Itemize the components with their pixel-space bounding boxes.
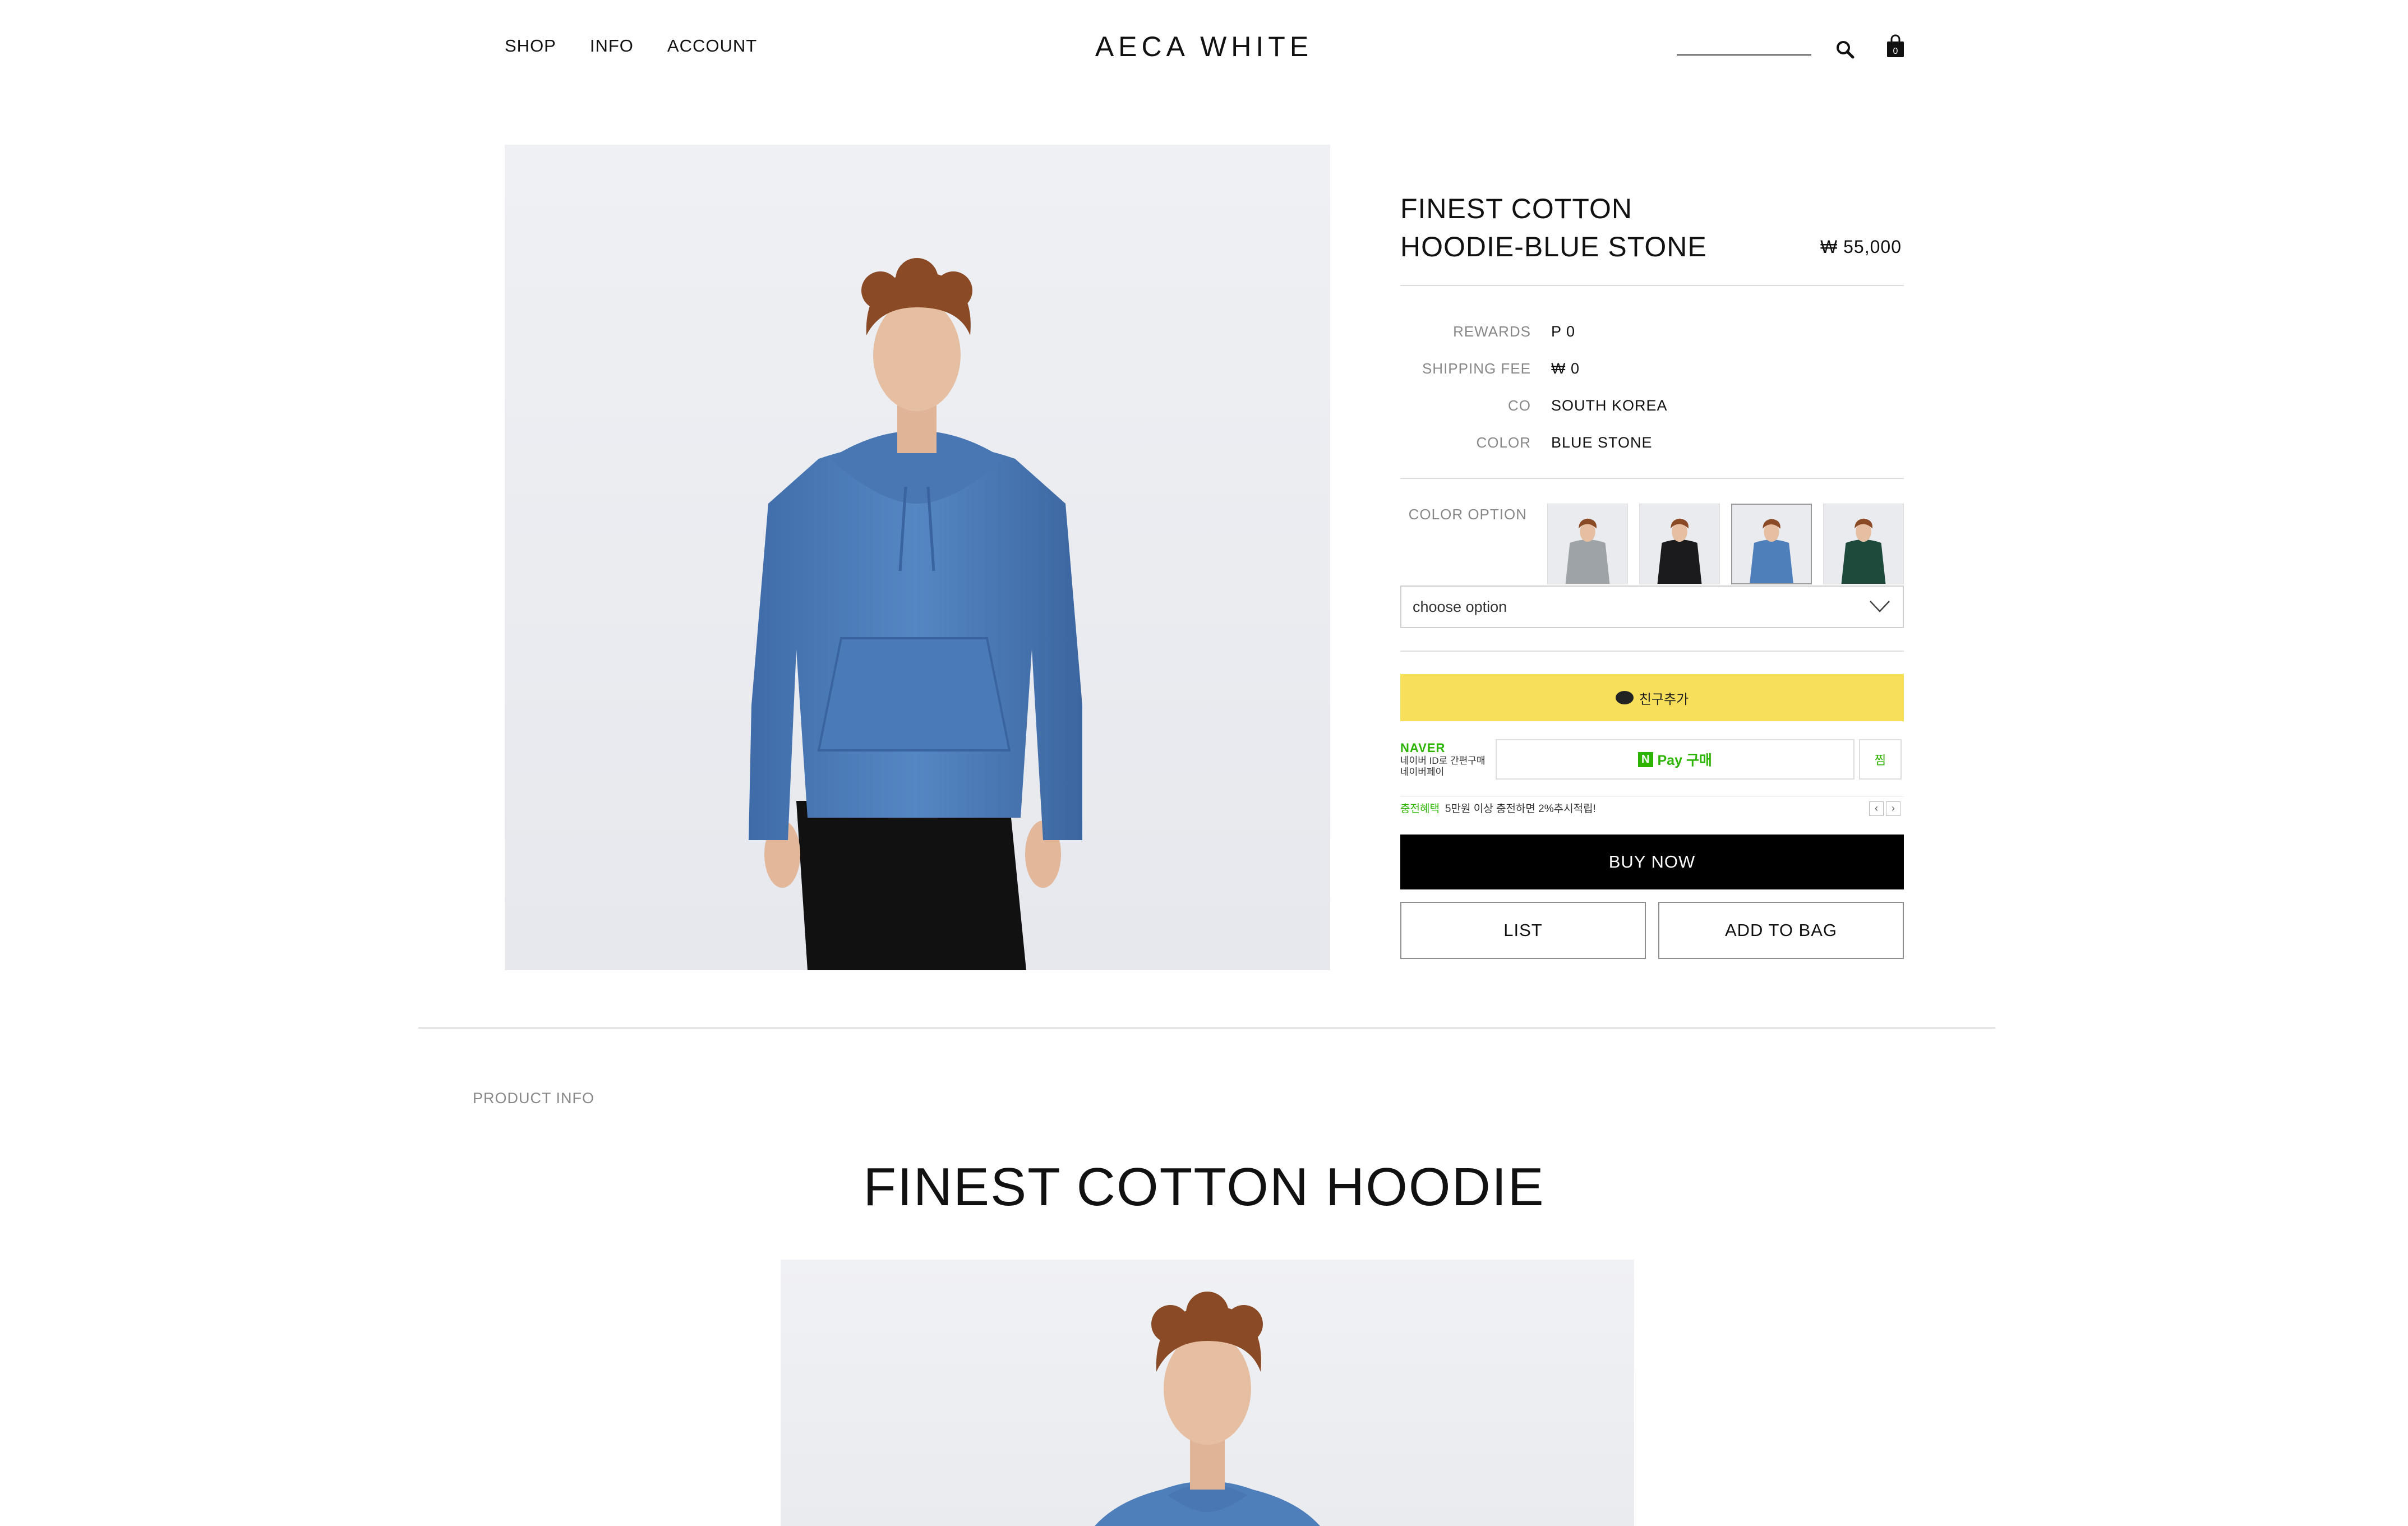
info-value: SOUTH KOREA [1551, 397, 1668, 414]
swatch-blue-stone[interactable] [1731, 504, 1812, 584]
naver-benefit-banner: 충전혜택 5만원 이상 충전하면 2%추시적립! ‹ › [1400, 796, 1904, 819]
product-title-line1: FINEST COTTON [1400, 193, 1632, 224]
divider [1400, 651, 1904, 652]
bag-icon[interactable]: 0 [1885, 34, 1906, 58]
color-option-row: COLOR OPTION [1400, 479, 1904, 585]
info-row-country: CO SOUTH KOREA [1400, 387, 1904, 424]
info-row-rewards: REWARDS P 0 [1400, 313, 1904, 350]
naver-logo: NAVER [1400, 741, 1446, 755]
kakao-label: 친구추가 [1639, 691, 1689, 707]
product-detail-panel: FINEST COTTON HOODIE-BLUE STONE ₩ 55,000… [1400, 190, 1904, 959]
naver-sub1: 네이버 ID로 간편구매 [1400, 755, 1486, 766]
color-swatches [1547, 504, 1904, 585]
info-label: CO [1508, 397, 1531, 414]
detail-image [781, 1260, 1634, 1526]
swatch-thumb [1565, 518, 1610, 584]
product-main-image[interactable] [505, 145, 1330, 970]
naver-pay-row: NAVER 네이버 ID로 간편구매 네이버페이 N Pay 구매 찜 [1400, 738, 1904, 781]
info-row-color: COLOR BLUE STONE [1400, 424, 1904, 461]
search-icon[interactable] [1835, 39, 1855, 59]
naver-n-icon: N [1638, 752, 1653, 767]
site-logo[interactable]: AECA WHITE [0, 30, 2408, 63]
info-label: COLOR [1476, 434, 1531, 451]
info-value: BLUE STONE [1551, 434, 1653, 451]
kakao-chat-icon [1615, 691, 1634, 704]
naver-pay-label: Pay 구매 [1657, 753, 1712, 768]
swatch-green[interactable] [1823, 504, 1904, 584]
buy-now-button[interactable]: BUY NOW [1400, 835, 1904, 889]
search-input[interactable] [1677, 54, 1811, 56]
secondary-actions: LIST ADD TO BAG [1400, 902, 1904, 959]
swatch-thumb [1841, 518, 1886, 584]
benefit-text: 5만원 이상 충전하면 2%추시적립! [1445, 803, 1596, 815]
section-divider [418, 1027, 1995, 1029]
benefit-arrows: ‹ › [1869, 801, 1900, 816]
naver-pay-button[interactable]: N Pay 구매 [1496, 739, 1855, 780]
benefit-tag: 충전혜택 [1400, 803, 1440, 815]
info-value: P 0 [1551, 322, 1576, 340]
swatch-thumb [1750, 519, 1793, 583]
list-button[interactable]: LIST [1400, 902, 1646, 959]
swatch-grey[interactable] [1547, 504, 1628, 584]
kakao-add-friend-button[interactable]: 친구추가 [1400, 674, 1904, 721]
product-price: ₩ 55,000 [1820, 237, 1902, 257]
info-label: SHIPPING FEE [1422, 359, 1531, 377]
info-row-shipping: SHIPPING FEE ₩ 0 [1400, 350, 1904, 387]
product-info-list: REWARDS P 0 SHIPPING FEE ₩ 0 CO SOUTH KO… [1400, 286, 1904, 478]
naver-wishlist-button[interactable]: 찜 [1859, 739, 1902, 780]
naver-sub2: 네이버페이 [1400, 767, 1445, 777]
info-label: REWARDS [1453, 322, 1531, 340]
option-select[interactable]: choose option [1400, 585, 1904, 628]
detail-title: FINEST COTTON HOODIE [863, 1157, 1545, 1217]
chevron-down-icon [1870, 601, 1890, 612]
info-value: ₩ 0 [1551, 359, 1580, 377]
bag-count: 0 [1893, 47, 1898, 56]
option-select-value: choose option [1413, 598, 1507, 615]
naver-brand: NAVER 네이버 ID로 간편구매 네이버페이 [1400, 741, 1496, 778]
color-option-label: COLOR OPTION [1408, 506, 1527, 523]
swatch-black[interactable] [1639, 504, 1720, 584]
chevron-right-icon[interactable]: › [1886, 801, 1900, 816]
swatch-thumb [1657, 518, 1702, 584]
add-to-bag-button[interactable]: ADD TO BAG [1658, 902, 1904, 959]
product-info-label: PRODUCT INFO [473, 1090, 595, 1107]
chevron-left-icon[interactable]: ‹ [1869, 801, 1884, 816]
